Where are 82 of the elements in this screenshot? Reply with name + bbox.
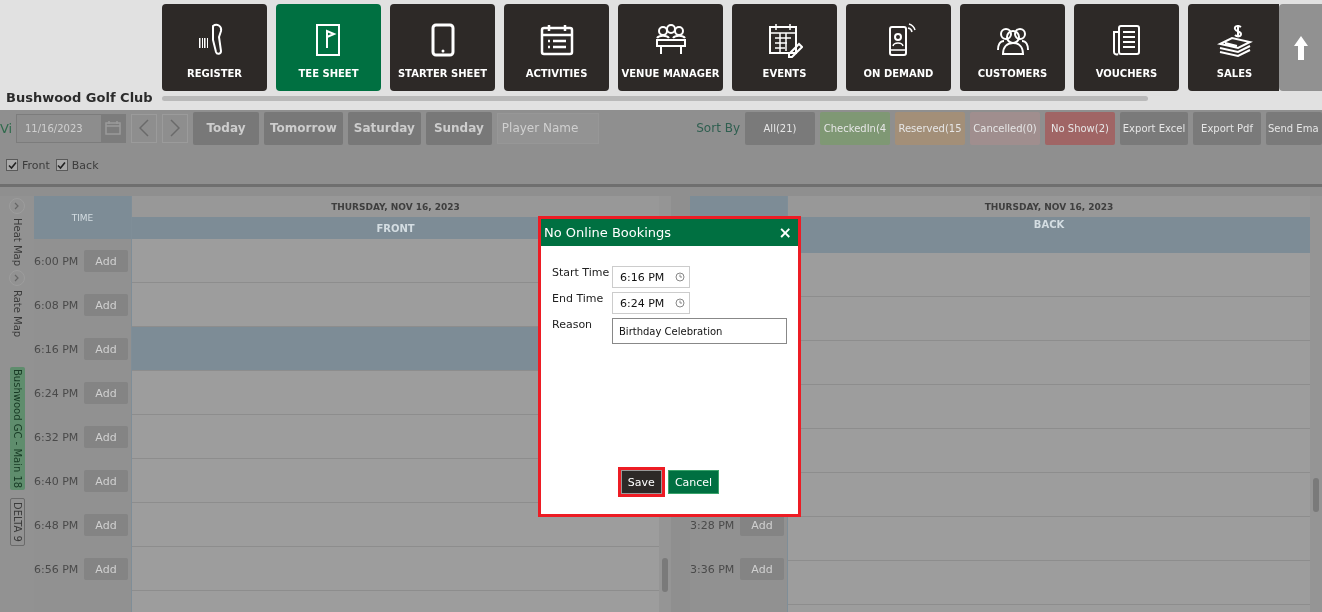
add-button[interactable]: Add: [84, 558, 128, 580]
tee-time: 6:56 PM: [34, 562, 79, 576]
checkbox[interactable]: [55, 159, 68, 171]
scrollbar-thumb[interactable]: [662, 558, 668, 592]
save-button[interactable]: Save: [620, 470, 662, 494]
quick-day-button[interactable]: Saturday: [347, 111, 421, 145]
calendar-pencil-icon: [766, 22, 803, 58]
clock-icon: [675, 298, 685, 308]
date-header: THURSDAY, NOV 16, 2023: [788, 196, 1310, 217]
tee-time: 6:40 PM: [34, 474, 79, 488]
add-button[interactable]: Add: [84, 382, 128, 404]
add-button[interactable]: Add: [84, 514, 128, 536]
chevron-right-icon: [170, 119, 180, 137]
filter-button[interactable]: No Show(2): [1045, 111, 1115, 145]
nav-tile[interactable]: CUSTOMERS: [960, 4, 1065, 91]
calendar-icon: [105, 121, 121, 135]
cancel-button[interactable]: Cancel: [667, 470, 720, 494]
scroll-up-button[interactable]: [1279, 4, 1322, 91]
filter-button[interactable]: Reserved(15: [895, 111, 965, 145]
tee-time: 6:48 PM: [34, 518, 79, 532]
next-day-button[interactable]: [162, 113, 188, 143]
quick-day-button[interactable]: Today: [193, 111, 259, 145]
clock-icon: [675, 272, 685, 282]
sort-label: Sort By: [696, 121, 740, 135]
filter-button[interactable]: All(21): [745, 111, 815, 145]
date-field[interactable]: 11/16/2023: [16, 113, 126, 143]
quick-day-button[interactable]: Tomorrow: [264, 111, 343, 145]
export-button[interactable]: Export Pdf: [1193, 111, 1261, 145]
course-tab[interactable]: DELTA 9: [9, 498, 25, 547]
time-field[interactable]: 6:24 PM: [612, 292, 690, 314]
chevron-right-icon: [14, 202, 20, 210]
nav-tile[interactable]: VOUCHERS: [1074, 4, 1179, 91]
tee-time: 3:36 PM: [690, 562, 735, 576]
add-button[interactable]: Add: [84, 294, 128, 316]
side-tab[interactable]: Heat Map: [11, 218, 23, 266]
time-field[interactable]: 6:16 PM: [612, 266, 690, 288]
checkbox-label: Front: [22, 158, 50, 172]
export-button[interactable]: Export Excel: [1120, 111, 1188, 145]
calendar-list-icon: [538, 22, 575, 58]
money-stack-icon: [1216, 22, 1253, 58]
tee-time: 6:00 PM: [34, 254, 79, 268]
tee-time: 3:28 PM: [690, 518, 735, 532]
tee-time: 6:24 PM: [34, 386, 79, 400]
field-label: Reason: [552, 318, 594, 331]
add-button[interactable]: Add: [84, 426, 128, 448]
export-button[interactable]: Send Ema: [1266, 111, 1322, 145]
nav-tile[interactable]: SALES: [1188, 4, 1279, 91]
nav-tile[interactable]: ON DEMAND: [846, 4, 951, 91]
tee-time: 6:32 PM: [34, 430, 79, 444]
add-button[interactable]: Add: [84, 470, 128, 492]
column-header: TIME: [34, 196, 131, 239]
nav-tile[interactable]: ACTIVITIES: [504, 4, 609, 91]
field-label: Start Time: [552, 266, 608, 279]
checkbox[interactable]: [6, 159, 18, 171]
side-tab[interactable]: Rate Map: [11, 290, 23, 338]
scrollbar[interactable]: [162, 96, 1148, 101]
tee-time: 6:16 PM: [34, 342, 79, 356]
reason-field[interactable]: Birthday Celebration: [612, 318, 787, 344]
course-tab[interactable]: Bushwood GC - Main 18: [9, 367, 25, 491]
date-header: THURSDAY, NOV 16, 2023: [132, 196, 659, 217]
up-arrow-icon: [1292, 34, 1309, 61]
nav-tile[interactable]: VENUE MANAGER: [618, 4, 723, 91]
quick-day-button[interactable]: Sunday: [425, 111, 492, 145]
previous-day-button[interactable]: [131, 113, 157, 143]
nav-tile[interactable]: EVENTS: [732, 4, 837, 91]
scrollbar-thumb[interactable]: [1313, 478, 1319, 512]
player-name-field[interactable]: Player Name: [496, 112, 599, 144]
view-label: Vi: [0, 120, 11, 136]
filter-button[interactable]: Cancelled(0): [970, 111, 1040, 145]
add-button[interactable]: Add: [84, 338, 128, 360]
club-name: Bushwood Golf Club: [5, 90, 153, 107]
add-button[interactable]: Add: [740, 558, 784, 580]
add-button[interactable]: Add: [84, 250, 128, 272]
nav-tile[interactable]: REGISTER: [162, 4, 267, 91]
tee-time: 6:08 PM: [34, 298, 79, 312]
chevron-right-icon: [14, 274, 20, 282]
nav-tile[interactable]: STARTER SHEET: [390, 4, 495, 91]
checkbox-label: Back: [71, 158, 99, 172]
filter-button[interactable]: CheckedIn(4: [820, 111, 890, 145]
field-label: End Time: [552, 292, 605, 305]
chevron-left-icon: [139, 119, 149, 137]
nav-tile[interactable]: TEE SHEET: [276, 4, 381, 91]
